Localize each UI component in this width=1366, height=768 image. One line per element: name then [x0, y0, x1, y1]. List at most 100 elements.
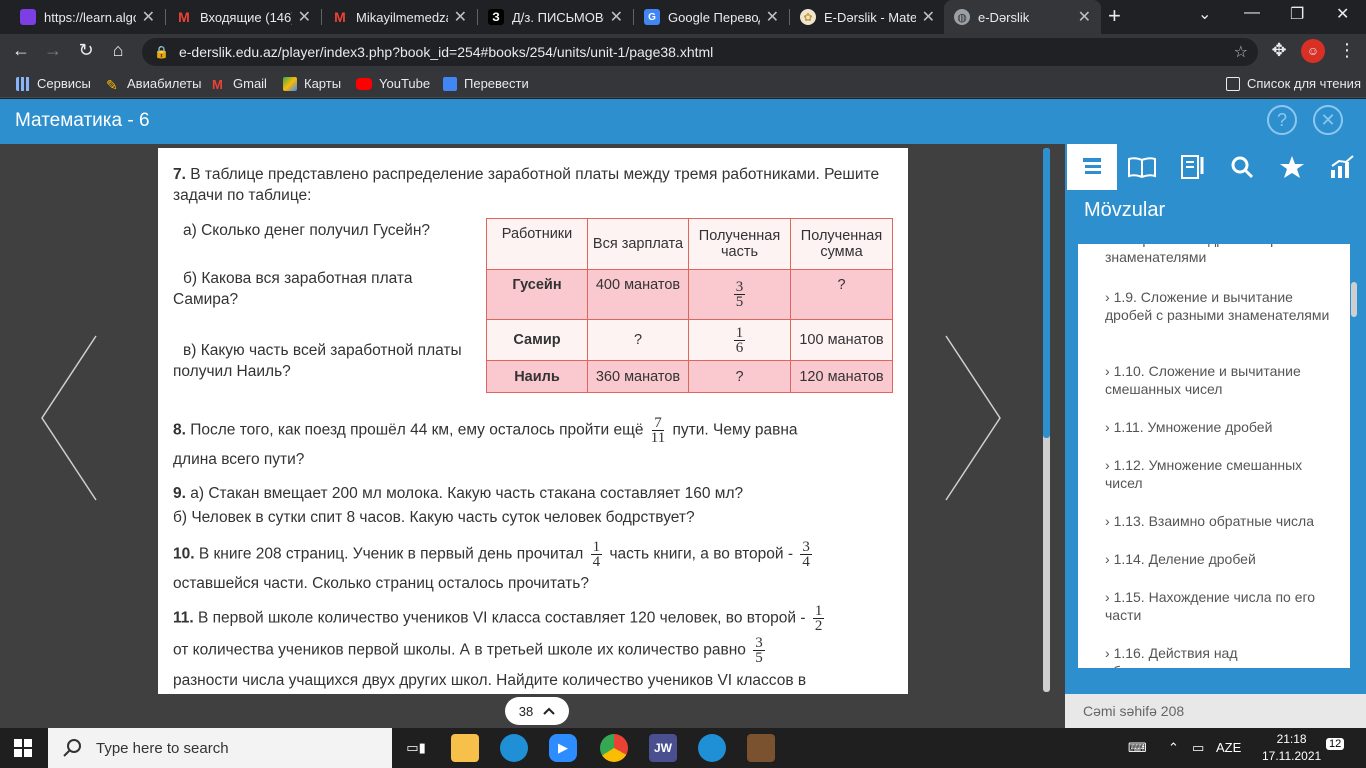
- sidebar-toolbar: [1065, 144, 1366, 190]
- toc-label: 1.13. Взаимно обратные числа: [1113, 513, 1315, 529]
- browser-tab[interactable]: ✿ E-Dərslik - Mate ✕: [790, 0, 945, 34]
- table-cell: ?: [790, 269, 893, 320]
- keyboard-icon[interactable]: ⌨: [1128, 740, 1147, 756]
- problem-number: 10.: [173, 545, 195, 563]
- close-window-button[interactable]: ✕: [1336, 4, 1349, 24]
- toc-item[interactable]: › 1.13. Взаимно обратные числа: [1105, 512, 1335, 530]
- page-scrollbar[interactable]: [1043, 148, 1050, 692]
- sidebar-footer: Cəmi səhifə 208: [1065, 694, 1366, 728]
- youtube-icon: [356, 77, 372, 90]
- fraction-denominator: 2: [814, 618, 823, 634]
- prev-page-arrow[interactable]: [38, 334, 100, 504]
- bookmark-youtube[interactable]: YouTube: [356, 76, 430, 91]
- home-icon[interactable]: ⌂: [107, 40, 129, 61]
- browser-tab[interactable]: https://learn.algo ✕: [10, 0, 165, 34]
- search-icon[interactable]: [1217, 144, 1267, 190]
- page-indicator[interactable]: 38: [505, 697, 569, 725]
- maximize-button[interactable]: ❐: [1290, 4, 1304, 24]
- browser-tab[interactable]: G Google Перевод ✕: [634, 0, 789, 34]
- bookmark-label: Карты: [304, 76, 342, 91]
- close-tab-icon[interactable]: ✕: [922, 7, 935, 27]
- url-text: e-derslik.edu.az/player/index3.php?book_…: [178, 44, 714, 60]
- close-tab-icon[interactable]: ✕: [610, 7, 623, 27]
- close-tab-icon[interactable]: ✕: [454, 7, 467, 27]
- close-tab-icon[interactable]: ✕: [142, 7, 155, 27]
- zoom-icon[interactable]: ▶: [549, 734, 577, 762]
- question-a: а) Сколько денег получил Гусейн?: [183, 222, 431, 239]
- clock[interactable]: 21:18 17.11.2021: [1262, 731, 1321, 765]
- tab-title: Mikayilmemedza: [356, 9, 448, 25]
- toc-item[interactable]: › 1.9. Сложение и вычитание дробей с раз…: [1105, 288, 1335, 324]
- date: 17.11.2021: [1262, 749, 1322, 763]
- lock-icon[interactable]: 🔒: [154, 45, 169, 59]
- browser-tab[interactable]: M Входящие (146) - ✕: [166, 0, 321, 34]
- toc-scrollbar[interactable]: [1351, 282, 1357, 317]
- fraction-numerator: 3: [753, 635, 765, 651]
- chart-icon[interactable]: [1317, 144, 1366, 190]
- toc-item[interactable]: › 1.11. Умножение дробей: [1105, 418, 1335, 436]
- bookmark-translate[interactable]: Перевести: [443, 76, 529, 91]
- browser-tab[interactable]: З Д/з. ПИСЬМОВС ✕: [478, 0, 633, 34]
- problem-10-continued: оставшейся части. Сколько страниц остало…: [173, 575, 589, 592]
- chrome-icon[interactable]: [600, 734, 628, 762]
- bookmark-gmail[interactable]: M Gmail: [212, 76, 267, 92]
- table-row: Наиль 360 манатов ? 120 манатов: [486, 360, 893, 393]
- list-icon[interactable]: [1067, 144, 1117, 190]
- task-view-icon[interactable]: ▭▮: [402, 734, 430, 762]
- chevron-up-icon[interactable]: [543, 707, 555, 715]
- minecraft-icon[interactable]: [747, 734, 775, 762]
- next-page-arrow[interactable]: [942, 334, 1004, 504]
- tray-chevron-icon[interactable]: ⌃: [1168, 740, 1179, 756]
- tab-search-icon[interactable]: ⌄: [1198, 4, 1211, 24]
- toc-item[interactable]: › 1.15. Нахождение числа по его части: [1105, 588, 1335, 624]
- close-tab-icon[interactable]: ✕: [298, 7, 311, 27]
- close-tab-icon[interactable]: ✕: [766, 7, 779, 27]
- toc-item[interactable]: › 1.12. Умножение смешанных чисел: [1105, 456, 1335, 492]
- taskbar-search[interactable]: Type here to search: [48, 728, 392, 768]
- address-bar[interactable]: 🔒 e-derslik.edu.az/player/index3.php?boo…: [142, 38, 1258, 66]
- fraction-numerator: 7: [652, 415, 664, 431]
- bookmark-star-icon[interactable]: ☆: [1234, 42, 1248, 62]
- back-icon[interactable]: ←: [10, 40, 32, 61]
- jw-icon[interactable]: JW: [649, 734, 677, 762]
- toc-label: 1.11. Умножение дробей: [1113, 419, 1273, 435]
- notes-icon[interactable]: [1167, 144, 1217, 190]
- toc-item[interactable]: › 1.10. Сложение и вычитание смешанных ч…: [1105, 362, 1335, 398]
- toc-item[interactable]: 1.8. Сравнение дробей с разными знаменат…: [1105, 244, 1335, 266]
- bookmark-aviabilety[interactable]: ✎ Авиабилеты: [106, 76, 201, 93]
- edge-icon[interactable]: [500, 734, 528, 762]
- notifications-badge[interactable]: 12: [1326, 738, 1345, 750]
- new-tab-button[interactable]: +: [1108, 3, 1121, 29]
- page-scroll-thumb[interactable]: [1043, 148, 1050, 438]
- table-cell: 16: [688, 319, 791, 361]
- help-icon[interactable]: ?: [1267, 105, 1297, 135]
- windows-taskbar: Type here to search ▭▮ ▶ JW ⌨ ⌃ ▭ AZE 21…: [0, 728, 1366, 768]
- browser-tab[interactable]: M Mikayilmemedza ✕: [322, 0, 477, 34]
- extensions-icon[interactable]: ✥: [1268, 40, 1290, 61]
- bookmark-apps[interactable]: Сервисы: [16, 76, 91, 91]
- edge-icon[interactable]: [698, 734, 726, 762]
- bookmark-maps[interactable]: Карты: [283, 76, 341, 91]
- problem-11-line-3: разности числа учащихся двух других школ…: [173, 672, 807, 689]
- menu-icon[interactable]: ⋮: [1336, 40, 1358, 61]
- language-indicator[interactable]: AZE: [1216, 740, 1241, 755]
- time: 21:18: [1276, 732, 1307, 746]
- reload-icon[interactable]: ↻: [75, 40, 97, 61]
- file-explorer-icon[interactable]: [451, 734, 479, 762]
- network-icon[interactable]: ▭: [1192, 740, 1204, 756]
- minimize-button[interactable]: —: [1244, 4, 1260, 22]
- toc-item[interactable]: › 1.14. Деление дробей: [1105, 550, 1335, 568]
- toc-item[interactable]: › 1.16. Действия над обыкновенными и дес…: [1105, 644, 1335, 668]
- page-number: 38: [518, 703, 534, 719]
- avatar[interactable]: ☺: [1301, 39, 1325, 63]
- forward-icon[interactable]: →: [42, 40, 64, 61]
- browser-tab-active[interactable]: ◍ e-Dərslik ✕: [944, 0, 1101, 34]
- close-tab-icon[interactable]: ✕: [1078, 7, 1091, 27]
- windows-start-icon[interactable]: [14, 739, 32, 757]
- star-icon[interactable]: [1267, 144, 1317, 190]
- fraction-denominator: 6: [735, 339, 744, 356]
- total-pages: Cəmi səhifə 208: [1083, 703, 1185, 719]
- close-icon[interactable]: ✕: [1313, 105, 1343, 135]
- book-icon[interactable]: [1117, 144, 1167, 190]
- reading-list[interactable]: Список для чтения: [1226, 76, 1361, 91]
